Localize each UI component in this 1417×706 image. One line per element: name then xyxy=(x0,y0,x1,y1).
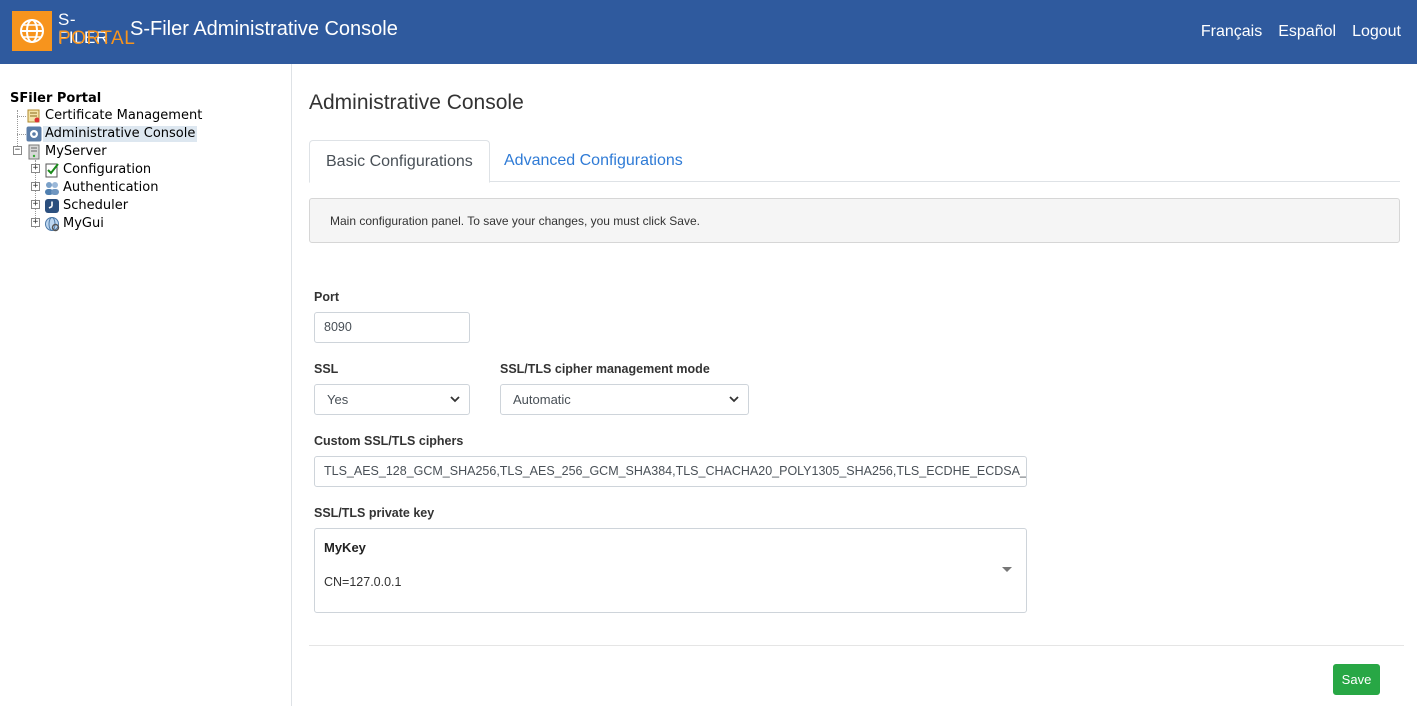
logo-text-bottom: PORTAL xyxy=(58,28,136,49)
expand-toggle-authentication[interactable]: + xyxy=(31,182,40,191)
expand-toggle-scheduler[interactable]: + xyxy=(31,200,40,209)
expand-toggle-configuration[interactable]: + xyxy=(31,164,40,173)
ssl-label: SSL xyxy=(314,362,339,376)
sidebar-item-label: Administrative Console xyxy=(43,126,198,142)
sidebar-item-label: Configuration xyxy=(63,162,152,177)
tree-connector xyxy=(17,134,26,135)
save-button[interactable]: Save xyxy=(1333,664,1380,695)
logout-link[interactable]: Logout xyxy=(1352,20,1401,44)
globe-icon xyxy=(44,216,60,232)
portal-logo[interactable]: S-FILER PORTAL xyxy=(12,11,135,51)
server-icon xyxy=(26,144,42,160)
cipher-mode-label: SSL/TLS cipher management mode xyxy=(500,362,710,376)
form-divider xyxy=(309,645,1404,646)
cipher-mode-select[interactable]: Automatic xyxy=(500,384,749,415)
sidebar-item-label: Certificate Management xyxy=(45,108,203,123)
french-link[interactable]: Français xyxy=(1201,20,1262,44)
sidebar-item-scheduler[interactable]: Scheduler xyxy=(44,197,130,215)
tree-connector xyxy=(17,116,26,117)
private-key-name: MyKey xyxy=(324,540,366,555)
top-bar: S-FILER PORTAL S-Filer Administrative Co… xyxy=(0,0,1417,64)
private-key-label: SSL/TLS private key xyxy=(314,506,435,520)
sidebar-item-label: MyServer xyxy=(45,144,107,159)
custom-ciphers-input[interactable]: TLS_AES_128_GCM_SHA256,TLS_AES_256_GCM_S… xyxy=(314,456,1027,487)
chevron-down-icon xyxy=(450,396,460,403)
users-icon xyxy=(44,180,60,196)
port-label: Port xyxy=(314,290,339,304)
top-nav-links: Français Español Logout xyxy=(1201,20,1401,44)
clock-icon xyxy=(44,198,60,214)
tab-advanced-configurations[interactable]: Advanced Configurations xyxy=(488,140,699,182)
tab-basic-configurations[interactable]: Basic Configurations xyxy=(309,140,490,183)
caret-down-icon xyxy=(1002,567,1012,572)
sidebar-item-myserver[interactable]: MyServer xyxy=(26,143,109,161)
ssl-select-value: Yes xyxy=(327,392,349,407)
spanish-link[interactable]: Español xyxy=(1278,20,1336,44)
sidebar-item-mygui[interactable]: MyGui xyxy=(44,215,106,233)
gear-icon xyxy=(26,126,42,142)
sidebar-item-label: Scheduler xyxy=(63,198,129,213)
port-input[interactable]: 8090 xyxy=(314,312,470,343)
sidebar-item-configuration[interactable]: Configuration xyxy=(44,161,153,179)
tree-root-label[interactable]: SFiler Portal xyxy=(10,91,101,106)
ssl-select[interactable]: Yes xyxy=(314,384,470,415)
expand-toggle-mygui[interactable]: + xyxy=(31,218,40,227)
sidebar-item-certificate-management[interactable]: Certificate Management xyxy=(26,107,204,125)
custom-ciphers-label: Custom SSL/TLS ciphers xyxy=(314,434,464,448)
app-title: S-Filer Administrative Console xyxy=(130,18,398,40)
private-key-select[interactable]: MyKey CN=127.0.0.1 xyxy=(314,528,1027,613)
sidebar-item-label: MyGui xyxy=(63,216,104,231)
collapse-toggle-myserver[interactable]: − xyxy=(13,146,22,155)
sidebar-tree: SFiler Portal Certificate Management Adm… xyxy=(0,64,292,706)
cipher-mode-select-value: Automatic xyxy=(513,392,571,407)
info-panel: Main configuration panel. To save your c… xyxy=(309,198,1400,243)
checklist-icon xyxy=(44,162,60,178)
tab-bar: Basic Configurations Advanced Configurat… xyxy=(309,140,1400,183)
private-key-cn: CN=127.0.0.1 xyxy=(324,575,402,589)
certificate-icon xyxy=(26,108,42,124)
sidebar-item-administrative-console[interactable]: Administrative Console xyxy=(26,125,198,143)
page-title: Administrative Console xyxy=(309,91,524,114)
globe-logo-icon xyxy=(12,11,52,51)
sidebar-item-label: Authentication xyxy=(63,180,159,195)
main-content: Administrative Console Basic Configurati… xyxy=(309,64,1404,706)
chevron-down-icon xyxy=(729,396,739,403)
sidebar-item-authentication[interactable]: Authentication xyxy=(44,179,160,197)
